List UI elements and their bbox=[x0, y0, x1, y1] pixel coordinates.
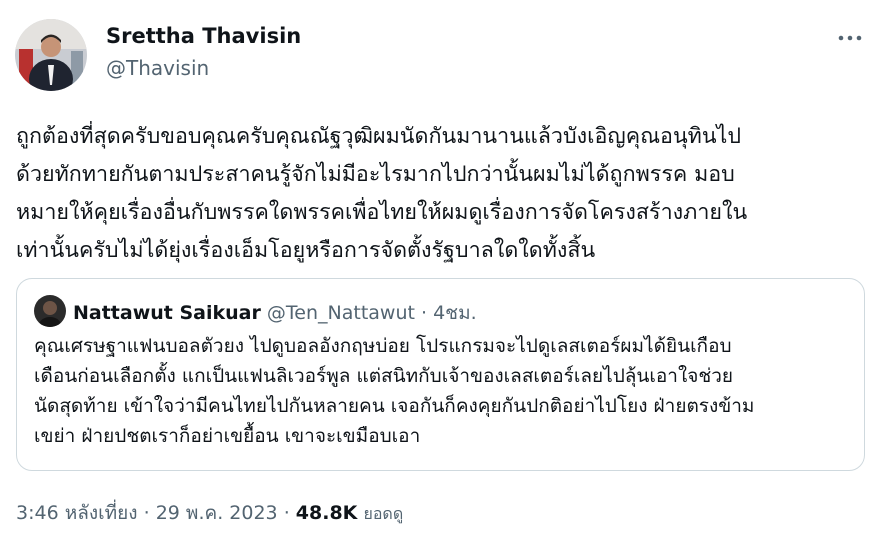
quoted-avatar-photo bbox=[34, 295, 66, 327]
tweet-card: Srettha Thavisin @Thavisin ถูกต้องที่สุด… bbox=[0, 0, 886, 542]
tweet-text-line: เท่านั้นครับไม่ได้ยุ่งเรื่องเอ็มโอยูหรือ… bbox=[16, 238, 596, 263]
quoted-text-line: เดือนก่อนเลือกตั้ง แกเป็นแฟนลิเวอร์พูล แ… bbox=[34, 365, 734, 387]
quoted-author-avatar[interactable] bbox=[34, 295, 66, 327]
tweet-text-line: ถูกต้องที่สุดครับขอบคุณครับคุณณัฐวุฒิผมน… bbox=[16, 124, 741, 149]
quoted-timestamp[interactable]: 4ชม. bbox=[433, 302, 477, 324]
tweet-text-line: หมายให้คุยเรื่องอื่นกับพรรคใดพรรคเพื่อไท… bbox=[16, 200, 748, 225]
quoted-separator: · bbox=[421, 302, 428, 324]
author-name[interactable]: Srettha Thavisin bbox=[106, 24, 301, 48]
tweet-date-link[interactable]: 29 พ.ค. 2023 bbox=[156, 502, 278, 524]
more-horizontal-icon bbox=[838, 35, 862, 41]
quoted-header: Nattawut Saikuar @Ten_Nattawut · 4ชม. bbox=[73, 298, 477, 328]
tweet-time-link[interactable]: 3:46 หลังเที่ยง bbox=[16, 502, 138, 524]
views-count[interactable]: 48.8K bbox=[296, 502, 358, 524]
quoted-author-handle[interactable]: @Ten_Nattawut bbox=[267, 302, 415, 324]
views-label: ยอดดู bbox=[363, 504, 404, 523]
meta-separator: · bbox=[277, 502, 296, 524]
more-options-button[interactable] bbox=[836, 28, 864, 48]
tweet-text-line: ด้วยทักทายกันตามประสาคนรู้จักไม่มีอะไรมา… bbox=[16, 162, 735, 187]
meta-separator: · bbox=[137, 502, 156, 524]
author-handle[interactable]: @Thavisin bbox=[106, 56, 209, 80]
tweet-meta: 3:46 หลังเที่ยง · 29 พ.ค. 2023 · 48.8K ย… bbox=[16, 498, 403, 528]
quoted-text-line: เขย่า ฝ่ายปชตเราก็อย่าเขยื้อน เขาจะเขมือ… bbox=[34, 425, 421, 447]
quoted-text-line: คุณเศรษฐาแฟนบอลตัวยง ไปดูบอลอังกฤษบ่อย โ… bbox=[34, 335, 732, 357]
avatar-photo bbox=[15, 19, 87, 91]
author-avatar[interactable] bbox=[15, 19, 87, 91]
quoted-author-name[interactable]: Nattawut Saikuar bbox=[73, 302, 261, 324]
quoted-tweet[interactable]: Nattawut Saikuar @Ten_Nattawut · 4ชม. คุ… bbox=[16, 278, 865, 471]
tweet-text: ถูกต้องที่สุดครับขอบคุณครับคุณณัฐวุฒิผมน… bbox=[16, 118, 866, 270]
quoted-text-line: นัดสุดท้าย เข้าใจว่ามีคนไทยไปกันหลายคน เ… bbox=[34, 395, 755, 417]
quoted-text: คุณเศรษฐาแฟนบอลตัวยง ไปดูบอลอังกฤษบ่อย โ… bbox=[34, 331, 854, 451]
